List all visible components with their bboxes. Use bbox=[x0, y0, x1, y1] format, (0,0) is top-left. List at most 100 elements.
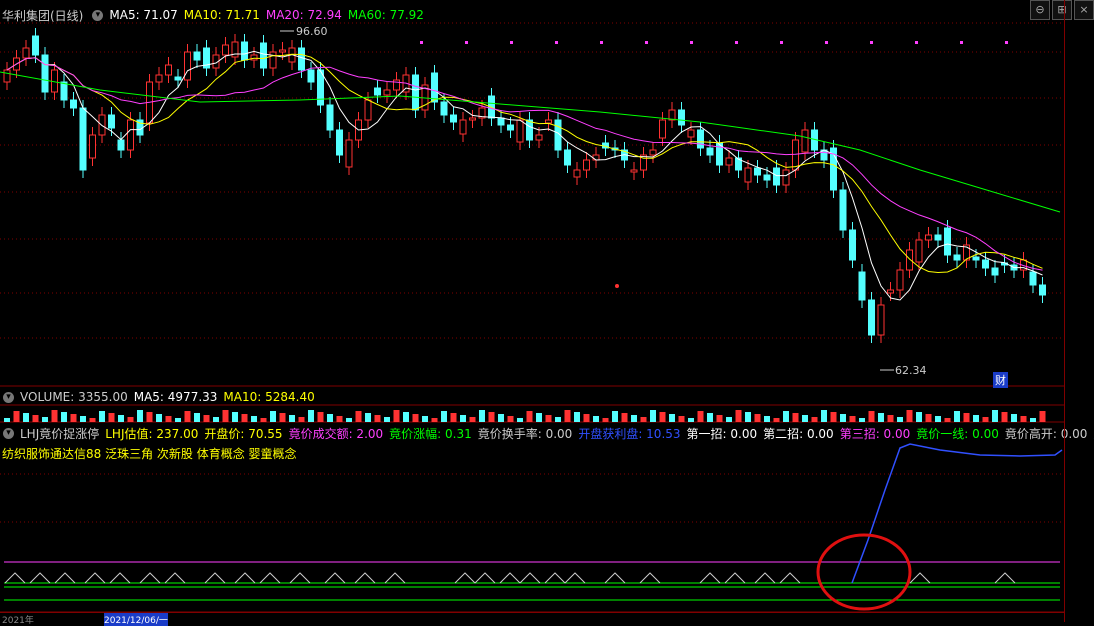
candle bbox=[450, 114, 457, 123]
volume-bar bbox=[697, 411, 704, 422]
volume-bar bbox=[1020, 416, 1027, 422]
candle bbox=[763, 174, 771, 181]
volume-bar bbox=[669, 414, 675, 422]
volume-bar bbox=[925, 414, 932, 422]
candle bbox=[564, 149, 571, 166]
candle bbox=[545, 119, 552, 124]
candle bbox=[269, 51, 277, 69]
volume-bar bbox=[802, 415, 808, 422]
indicator-triangle bbox=[164, 572, 186, 584]
volume-bar bbox=[821, 410, 827, 422]
volume-bar bbox=[279, 413, 286, 422]
candle bbox=[592, 154, 600, 161]
candle bbox=[687, 129, 695, 138]
volume-bar bbox=[241, 414, 248, 422]
indicator-triangle bbox=[234, 572, 256, 584]
volume-bar bbox=[498, 414, 504, 422]
volume-bar bbox=[61, 412, 67, 422]
annotation-circle bbox=[816, 533, 912, 611]
volume-bar bbox=[840, 414, 846, 422]
volume-bar bbox=[23, 413, 29, 422]
volume-bar bbox=[156, 414, 162, 422]
finance-badge[interactable]: 财 bbox=[993, 372, 1008, 388]
candle bbox=[431, 72, 438, 103]
selected-date[interactable]: 2021/12/06/一 bbox=[104, 613, 168, 626]
candle bbox=[877, 304, 885, 336]
volume-settings-icon[interactable]: ▾ bbox=[3, 391, 14, 403]
indicator-triangle bbox=[324, 572, 346, 584]
candle bbox=[108, 114, 115, 129]
indicator-item: LHJ估值: 237.00 bbox=[105, 426, 199, 441]
volume-bar bbox=[488, 412, 495, 422]
volume-ma5: MA5: 4977.33 bbox=[133, 390, 218, 404]
volume-bar bbox=[99, 411, 105, 422]
indicator-triangle bbox=[754, 572, 776, 584]
volume-bar bbox=[460, 415, 466, 422]
volume-bar bbox=[222, 410, 229, 422]
candle bbox=[849, 229, 856, 261]
indicator-name[interactable]: LHJ竟价捉涨停 bbox=[20, 425, 99, 442]
indicator-triangle bbox=[564, 572, 586, 584]
candle bbox=[345, 139, 353, 168]
volume-bar bbox=[89, 418, 96, 422]
indicator-header: ▾ LHJ竟价捉涨停 LHJ估值: 237.00 开盘价: 70.55 竟价成交额:… bbox=[0, 424, 1094, 442]
kline-chart[interactable]: 96.60 62.34 bbox=[0, 0, 1064, 622]
candle bbox=[991, 267, 999, 276]
volume-bar bbox=[783, 411, 789, 422]
indicator-triangle bbox=[994, 572, 1016, 584]
volume-bar bbox=[707, 413, 713, 422]
volume-bar bbox=[764, 416, 770, 422]
candle bbox=[630, 169, 638, 173]
volume-bar bbox=[80, 416, 86, 422]
indicator-triangle bbox=[779, 572, 801, 584]
indicator-triangle bbox=[384, 572, 406, 584]
candle bbox=[1029, 271, 1037, 286]
volume-bar bbox=[393, 410, 400, 422]
candle bbox=[193, 51, 201, 61]
volume-bar bbox=[754, 414, 761, 422]
volume-bar bbox=[859, 418, 865, 422]
volume-bar bbox=[612, 411, 618, 422]
volume-value: VOLUME: 3355.00 bbox=[20, 390, 128, 404]
volume-bar bbox=[327, 414, 333, 422]
volume-bar bbox=[441, 411, 447, 422]
indicator-triangle bbox=[639, 572, 661, 584]
candle bbox=[155, 74, 163, 83]
volume-bar bbox=[574, 412, 580, 422]
indicator-triangle bbox=[259, 572, 281, 584]
indicator-triangle bbox=[499, 572, 521, 584]
candle bbox=[858, 271, 866, 301]
candle bbox=[307, 69, 315, 83]
candle bbox=[165, 64, 172, 76]
candle bbox=[41, 54, 49, 93]
low-price-label: 62.34 bbox=[895, 364, 927, 377]
volume-bar bbox=[545, 415, 552, 422]
indicator-item: 竟价成交额: 2.00 bbox=[288, 426, 384, 441]
volume-bar bbox=[564, 410, 571, 422]
candle bbox=[792, 139, 799, 171]
indicator-settings-icon[interactable]: ▾ bbox=[3, 427, 14, 439]
volume-bar bbox=[4, 418, 10, 422]
candle bbox=[70, 99, 77, 109]
volume-bar bbox=[650, 410, 656, 422]
volume-bar bbox=[982, 417, 989, 422]
signal-dot bbox=[690, 41, 693, 44]
volume-bar bbox=[678, 416, 685, 422]
volume-bar bbox=[165, 416, 172, 422]
volume-bar bbox=[906, 410, 913, 422]
volume-bar bbox=[308, 410, 314, 422]
ma20-line bbox=[6, 57, 1043, 271]
concept-tags: 纺织服饰通达信88 泛珠三角 次新股 体育概念 婴童概念 bbox=[2, 446, 297, 461]
candle bbox=[915, 239, 923, 263]
indicator-triangle bbox=[544, 572, 566, 584]
volume-bar bbox=[422, 416, 428, 422]
indicator-triangle bbox=[4, 572, 26, 584]
candle bbox=[706, 147, 714, 156]
candle bbox=[117, 139, 125, 151]
candle bbox=[583, 159, 590, 171]
volume-bar bbox=[621, 413, 628, 422]
volume-bar bbox=[213, 417, 219, 422]
volume-bar bbox=[631, 415, 637, 422]
candle bbox=[773, 167, 780, 186]
volume-bar bbox=[175, 418, 181, 422]
